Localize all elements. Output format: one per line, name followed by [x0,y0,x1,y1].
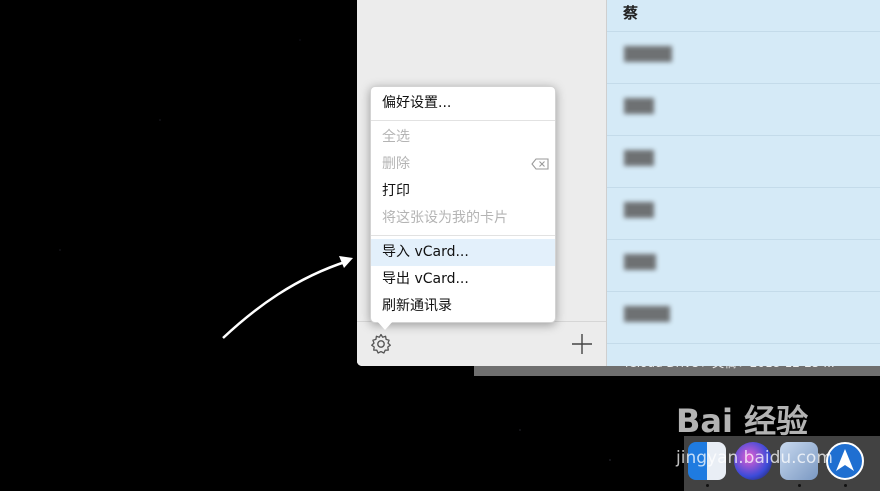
watermark-url: jingyan.baidu.com [676,448,833,468]
groups-footer-bar [357,321,606,366]
menu-separator [371,235,555,236]
delete-key-icon [531,158,549,170]
annotation-arrow [222,256,353,339]
contact-name: 蔡 [623,4,639,22]
contact-row[interactable] [607,136,880,188]
blurred-contact-name [624,202,654,218]
blurred-contact-name [624,306,670,322]
blurred-contact-name [624,150,654,166]
plus-icon[interactable] [571,333,593,355]
menu-item-refresh-contacts[interactable]: 刷新通讯录 [371,293,555,320]
running-indicator [706,484,709,487]
contact-row[interactable] [607,32,880,84]
menu-item-delete[interactable]: 删除 [371,151,555,178]
settings-popup-menu: 偏好设置... 全选 删除 打印 将这张设为我的卡片 导入 vCard... 导… [370,86,556,330]
menu-item-select-all[interactable]: 全选 [371,124,555,151]
menu-item-make-my-card[interactable]: 将这张设为我的卡片 [371,205,555,232]
menu-separator [371,120,555,121]
blurred-contact-name [624,98,654,114]
contact-row[interactable] [607,292,880,344]
running-indicator [798,484,801,487]
contact-row[interactable]: 蔡 [607,0,880,32]
menu-item-print[interactable]: 打印 [371,178,555,205]
watermark-brand: Bai 经验 [676,402,809,440]
menu-item-import-vcard[interactable]: 导入 vCard... [371,239,555,266]
running-indicator [844,484,847,487]
blurred-contact-name [624,254,656,270]
contact-row[interactable] [607,84,880,136]
gear-icon[interactable] [369,332,393,356]
contacts-list: 蔡 [607,0,880,366]
menu-pointer [376,320,394,330]
menu-item-preferences[interactable]: 偏好设置... [371,90,555,117]
menu-item-export-vcard[interactable]: 导出 vCard... [371,266,555,293]
menu-item-delete-label: 删除 [382,156,410,172]
contact-row[interactable] [607,240,880,292]
blurred-contact-name [624,46,672,62]
contact-row[interactable] [607,188,880,240]
